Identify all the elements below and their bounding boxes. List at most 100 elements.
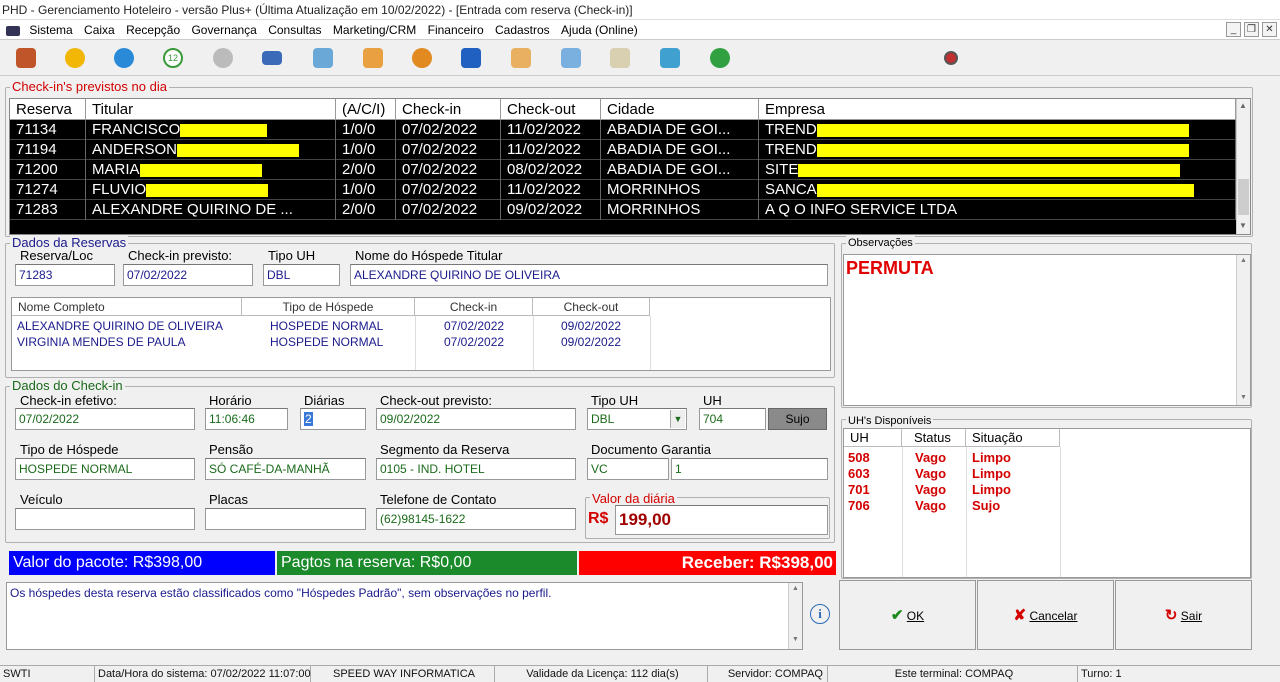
menu-marketing[interactable]: Marketing/CRM [329, 20, 420, 40]
scroll-up-icon[interactable]: ▲ [1240, 257, 1247, 264]
col-empresa[interactable]: Empresa [759, 99, 1236, 120]
cell-checkout: 11/02/2022 [501, 120, 601, 140]
col-reserva[interactable]: Reserva [10, 99, 86, 120]
tipo-uh-select[interactable]: DBL ▼ [587, 408, 687, 430]
grid-icon[interactable] [660, 48, 680, 68]
checkin-row[interactable]: 71274FLUVIOFLUVIO1/0/007/02/202211/02/20… [10, 180, 1236, 200]
chevron-down-icon[interactable]: ▼ [670, 410, 685, 428]
checkins-grid[interactable]: Reserva Titular (A/C/I) Check-in Check-o… [9, 98, 1251, 235]
col-checkin[interactable]: Check-in [396, 99, 501, 120]
report-icon[interactable] [561, 48, 581, 68]
message-box[interactable]: Os hóspedes desta reserva estão classifi… [6, 582, 803, 650]
checkout-previsto-field[interactable]: 09/02/2022 [376, 408, 576, 430]
menu-ajuda[interactable]: Ajuda (Online) [557, 20, 642, 40]
col-aci[interactable]: (A/C/I) [336, 99, 396, 120]
checkin-previsto-field[interactable]: 07/02/2022 [123, 264, 253, 286]
exit-icon[interactable] [16, 48, 36, 68]
veiculo-label: Veículo [20, 492, 63, 507]
menu-recepcao[interactable]: Recepção [122, 20, 184, 40]
col-titular[interactable]: Titular [86, 99, 336, 120]
document-icon[interactable] [610, 48, 630, 68]
documento-label: Documento Garantia [591, 442, 711, 457]
col-cidade[interactable]: Cidade [601, 99, 759, 120]
record-icon[interactable] [944, 51, 958, 65]
menu-consultas[interactable]: Consultas [264, 20, 325, 40]
checkin-efetivo-field[interactable]: 07/02/2022 [15, 408, 195, 430]
uh-col-uh[interactable]: UH [844, 429, 902, 447]
staff-icon[interactable] [511, 48, 531, 68]
valor-diaria-field[interactable]: 199,00 [615, 505, 828, 535]
uh-field[interactable]: 704 [699, 408, 766, 430]
menu-governanca[interactable]: Governança [187, 20, 260, 40]
status-company: SPEED WAY INFORMATICA [311, 666, 495, 682]
scroll-up-icon[interactable]: ▲ [1239, 101, 1247, 110]
checkin-row[interactable]: 71200MARIAMARIA2/0/007/02/202208/02/2022… [10, 160, 1236, 180]
documento-numero-field[interactable]: 1 [671, 458, 828, 480]
close-icon[interactable]: ✕ [1262, 22, 1277, 37]
minimize-icon[interactable]: _ [1226, 22, 1241, 37]
scroll-up-icon[interactable]: ▲ [792, 585, 799, 592]
chart-icon[interactable] [710, 48, 730, 68]
observacoes-text: PERMUTA [846, 258, 934, 278]
checkin-row[interactable]: 71283 ALEXANDRE QUIRINO DE ... 2/0/0 07/02/… [10, 200, 1236, 220]
guest-col-nome[interactable]: Nome Completo [12, 298, 242, 316]
card-icon[interactable] [262, 51, 282, 65]
documento-tipo-field[interactable]: VC [587, 458, 669, 480]
restore-icon[interactable]: ❐ [1244, 22, 1259, 37]
cell-checkout: 09/02/2022 [501, 200, 601, 220]
scroll-thumb[interactable] [1238, 179, 1249, 215]
uh-cell-situacao: Sujo [972, 498, 1001, 513]
info-icon[interactable]: i [810, 604, 830, 624]
group-icon[interactable] [412, 48, 432, 68]
scroll-down-icon[interactable]: ▼ [1239, 221, 1247, 230]
redaction-overlay: ANDERSON [86, 140, 336, 160]
guest-col-checkout[interactable]: Check-out [533, 298, 650, 316]
tipo-hospede-field[interactable]: HOSPEDE NORMAL [15, 458, 195, 480]
placas-field[interactable] [205, 508, 366, 530]
chat-icon[interactable] [114, 48, 134, 68]
app-icon[interactable] [6, 25, 20, 36]
telefone-field[interactable]: (62)98145-1622 [376, 508, 576, 530]
menu-sistema[interactable]: Sistema [25, 20, 76, 40]
scroll-down-icon[interactable]: ▼ [792, 636, 799, 643]
uh-cell-uh: 508 [848, 450, 870, 465]
pensao-field[interactable]: SÓ CAFÉ-DA-MANHÃ [205, 458, 366, 480]
cancelar-button[interactable]: ✘ Cancelar [977, 580, 1114, 650]
checkins-scrollbar[interactable]: ▲ ▼ [1236, 99, 1250, 234]
lock-icon[interactable] [65, 48, 85, 68]
observacoes-scrollbar[interactable]: ▲ ▼ [1236, 255, 1250, 405]
uhs-grid[interactable]: UH Status Situação 508 Vago Limpo 603 Vago Li… [843, 428, 1251, 578]
observacoes-box[interactable]: PERMUTA ▲ ▼ [843, 254, 1251, 406]
calendar-12-icon[interactable]: 12 [163, 48, 183, 68]
uh-col-situacao[interactable]: Situação [966, 429, 1060, 447]
menu-cadastros[interactable]: Cadastros [491, 20, 554, 40]
running-icon[interactable] [461, 48, 481, 68]
guest-col-tipo[interactable]: Tipo de Hóspede [242, 298, 415, 316]
checkin-title: Dados do Check-in [10, 378, 125, 394]
reserva-loc-field[interactable]: 71283 [15, 264, 115, 286]
hospede-titular-field[interactable]: ALEXANDRE QUIRINO DE OLIVEIRA [350, 264, 828, 286]
col-checkout[interactable]: Check-out [501, 99, 601, 120]
veiculo-field[interactable] [15, 508, 195, 530]
menu-caixa[interactable]: Caixa [80, 20, 119, 40]
guests-grid[interactable]: Nome Completo Tipo de Hóspede Check-in C… [11, 297, 831, 371]
checkin-row[interactable]: 71134FRANCISCOFRANCISCO1/0/007/02/202211… [10, 120, 1236, 140]
guests-icon[interactable] [363, 48, 383, 68]
segmento-field[interactable]: 0105 - IND. HOTEL [376, 458, 576, 480]
menu-financeiro[interactable]: Financeiro [424, 20, 488, 40]
horario-field[interactable]: 11:06:46 [205, 408, 288, 430]
sair-button[interactable]: ↻ Sair [1115, 580, 1252, 650]
message-scrollbar[interactable]: ▲ ▼ [788, 583, 802, 649]
scroll-down-icon[interactable]: ▼ [1240, 394, 1247, 401]
uh-col-status[interactable]: Status [902, 429, 966, 447]
cancel-x-icon: ✘ [1013, 607, 1027, 624]
guest-col-checkin[interactable]: Check-in [415, 298, 533, 316]
checkin-row[interactable]: 71194ANDERSONANDERSON1/0/007/02/202211/0… [10, 140, 1236, 160]
redaction-overlay: SANCA [759, 180, 1236, 200]
compass-icon[interactable] [213, 48, 233, 68]
bed-icon[interactable] [313, 48, 333, 68]
diarias-field[interactable]: 2 [300, 408, 366, 430]
ok-button[interactable]: ✔ OK [839, 580, 976, 650]
cell-checkin: 07/02/2022 [396, 200, 501, 220]
tipo-uh-field[interactable]: DBL [263, 264, 340, 286]
